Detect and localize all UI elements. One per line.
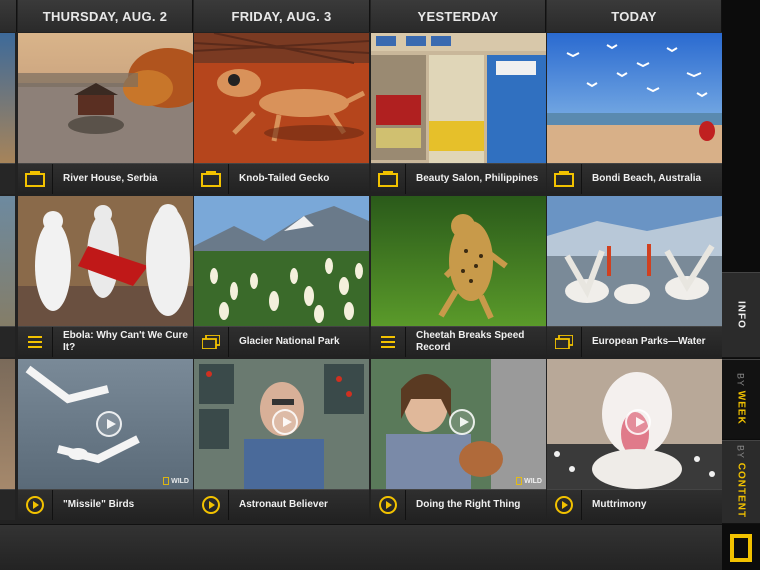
tab-by-content-label: BY CONTENT	[735, 445, 747, 519]
tile-beauty-salon[interactable]: Beauty Salon, Philippines	[371, 33, 546, 194]
tile-image	[194, 196, 369, 326]
play-overlay-icon	[449, 409, 475, 435]
video-icon	[194, 489, 229, 520]
tile-caption: "Missile" Birds	[18, 489, 193, 520]
tile-title: Muttrimony	[592, 499, 647, 510]
tile-title: Beauty Salon, Philippines	[416, 173, 539, 184]
gallery-icon	[194, 326, 229, 357]
tile-caption: River House, Serbia	[18, 163, 193, 194]
tab-info-label: INFO	[735, 301, 747, 329]
bottom-bar	[0, 524, 722, 570]
tile-caption: Muttrimony	[547, 489, 722, 520]
tab-by-week[interactable]: BY WEEK	[722, 359, 760, 439]
previous-tile-stub[interactable]	[0, 359, 15, 520]
tile-muttrimony[interactable]: Muttrimony	[547, 359, 722, 520]
article-icon	[371, 326, 406, 357]
tile-caption: Bondi Beach, Australia	[547, 163, 722, 194]
article-icon	[18, 326, 53, 357]
tile-astronaut-believer[interactable]: Astronaut Believer	[194, 359, 369, 520]
tile-title: Knob-Tailed Gecko	[239, 173, 330, 184]
nat-geo-logo-icon[interactable]	[730, 534, 752, 562]
play-overlay-icon	[625, 409, 651, 435]
tile-doing-the-right-thing[interactable]: WILD Doing the Right Thing	[371, 359, 546, 520]
tile-river-house[interactable]: River House, Serbia	[18, 33, 193, 194]
tab-by-week-label: BY WEEK	[735, 373, 747, 425]
tile-title: River House, Serbia	[63, 173, 158, 184]
tile-image	[547, 196, 722, 326]
play-overlay-icon	[96, 411, 122, 437]
tab-info[interactable]: INFO	[722, 272, 760, 358]
app-root: THURSDAY, AUG. 2 FRIDAY, AUG. 3 YESTERDA…	[0, 0, 760, 570]
tile-title: Ebola: Why Can't We Cure It?	[63, 330, 188, 353]
tile-caption: Ebola: Why Can't We Cure It?	[18, 326, 193, 357]
previous-tile-stub[interactable]	[0, 196, 15, 357]
tile-image: WILD	[371, 359, 546, 489]
video-icon	[371, 489, 406, 520]
day-header-thursday: THURSDAY, AUG. 2	[18, 0, 193, 32]
tile-image	[371, 33, 546, 163]
tile-caption: Astronaut Believer	[194, 489, 369, 520]
day-header-today: TODAY	[547, 0, 722, 32]
tile-image	[547, 359, 722, 489]
tile-title: Cheetah Breaks Speed Record	[416, 330, 525, 353]
tile-title: Bondi Beach, Australia	[592, 173, 702, 184]
tile-caption: Glacier National Park	[194, 326, 369, 357]
tile-image	[18, 33, 193, 163]
right-sidebar: INFO BY WEEK BY CONTENT	[722, 0, 760, 570]
tile-title: Doing the Right Thing	[416, 499, 521, 510]
tile-caption: Cheetah Breaks Speed Record	[371, 326, 546, 357]
tile-title: Astronaut Believer	[239, 499, 328, 510]
tile-ebola[interactable]: Ebola: Why Can't We Cure It?	[18, 196, 193, 357]
tile-caption: Knob-Tailed Gecko	[194, 163, 369, 194]
tile-caption: European Parks—Water	[547, 326, 722, 357]
play-overlay-icon	[272, 409, 298, 435]
tile-image	[547, 33, 722, 163]
photo-icon	[547, 163, 582, 194]
tile-cheetah[interactable]: Cheetah Breaks Speed Record	[371, 196, 546, 357]
wild-badge: WILD	[163, 477, 189, 485]
tile-image	[194, 359, 369, 489]
wild-badge: WILD	[516, 477, 542, 485]
photo-icon	[18, 163, 53, 194]
tile-bondi-beach[interactable]: Bondi Beach, Australia	[547, 33, 722, 194]
photo-icon	[194, 163, 229, 194]
tile-image: WILD	[18, 359, 193, 489]
tile-missile-birds[interactable]: WILD "Missile" Birds	[18, 359, 193, 520]
tile-image	[194, 33, 369, 163]
tile-caption: Beauty Salon, Philippines	[371, 163, 546, 194]
day-header-friday: FRIDAY, AUG. 3	[194, 0, 370, 32]
gallery-icon	[547, 326, 582, 357]
tile-title: European Parks—Water	[592, 336, 706, 347]
tile-caption: Doing the Right Thing	[371, 489, 546, 520]
video-icon	[18, 489, 53, 520]
day-header-yesterday: YESTERDAY	[371, 0, 546, 32]
previous-day-header-stub[interactable]	[0, 0, 17, 32]
tile-title: Glacier National Park	[239, 336, 340, 347]
tile-glacier-national-park[interactable]: Glacier National Park	[194, 196, 369, 357]
video-icon	[547, 489, 582, 520]
tile-image	[18, 196, 193, 326]
photo-icon	[371, 163, 406, 194]
tab-by-content[interactable]: BY CONTENT	[722, 440, 760, 524]
tile-image	[371, 196, 546, 326]
previous-tile-stub[interactable]	[0, 33, 15, 194]
tile-knob-tailed-gecko[interactable]: Knob-Tailed Gecko	[194, 33, 369, 194]
tile-european-parks-water[interactable]: European Parks—Water	[547, 196, 722, 357]
tile-title: "Missile" Birds	[63, 499, 135, 510]
